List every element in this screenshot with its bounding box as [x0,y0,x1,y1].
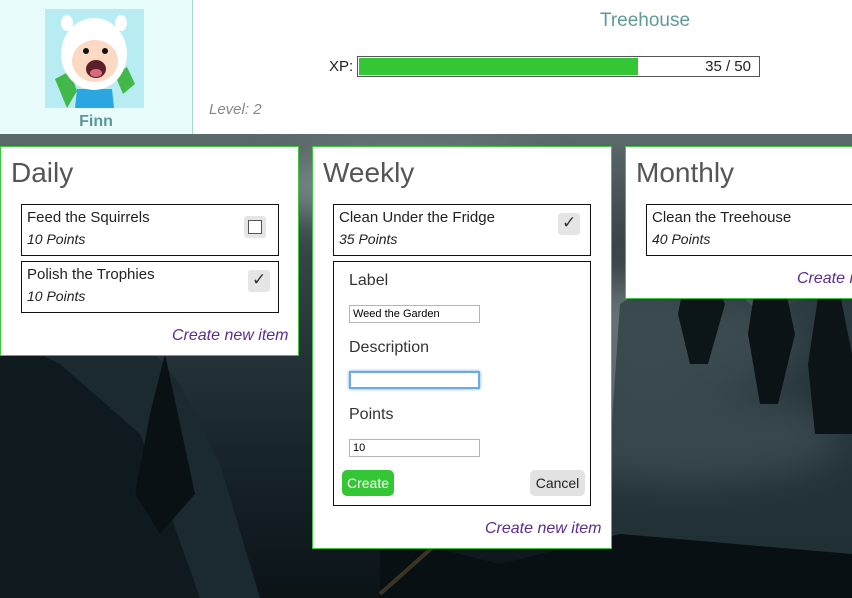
cancel-button[interactable]: Cancel [530,470,585,496]
label-field-label: Label [349,272,389,289]
points-input[interactable] [349,439,480,457]
create-button[interactable]: Create [342,470,394,496]
points-field-label: Points [349,406,394,423]
create-item-form: Label Description Points Create Cancel [333,261,591,506]
create-new-item-link[interactable]: Create new item [485,520,602,538]
panel-title-daily: Daily [11,157,74,188]
xp-progress-fill [359,58,638,75]
user-name: Finn [79,113,113,130]
create-new-item-link[interactable]: Create new item [797,270,852,288]
xp-progress-bar: 35 / 50 [357,56,760,77]
profile-card: Finn [0,0,193,134]
item-checkbox[interactable]: ✓ [558,213,580,235]
header: Finn Treehouse XP: 35 / 50 Level: 2 [0,0,852,134]
item-points: 40 Points [652,231,711,247]
item-title: Clean Under the Fridge [339,209,495,226]
list-item[interactable]: Feed the Squirrels 10 Points [21,204,279,256]
list-item[interactable]: Polish the Trophies 10 Points ✓ [21,261,279,313]
panel-title-weekly: Weekly [323,157,415,188]
label-input[interactable] [349,305,480,323]
item-points: 10 Points [27,288,86,304]
panel-daily: Daily Feed the Squirrels 10 Points Polis… [0,146,299,356]
checkmark-icon: ✓ [252,270,267,289]
checkmark-icon: ✓ [562,213,577,232]
item-title: Feed the Squirrels [27,209,150,226]
checkbox-empty-icon [248,220,262,234]
description-field-label: Description [349,339,430,356]
item-title: Clean the Treehouse [652,209,792,226]
item-points: 35 Points [339,231,398,247]
app-title: Treehouse [599,10,691,31]
item-points: 10 Points [27,231,86,247]
item-checkbox[interactable] [244,216,266,238]
panel-monthly: Monthly Clean the Treehouse 40 Points Cr… [625,146,852,299]
item-title: Polish the Trophies [27,266,155,283]
level-text: Level: 2 [209,101,262,118]
item-checkbox[interactable]: ✓ [248,270,270,292]
create-new-item-link[interactable]: Create new item [172,327,289,345]
xp-progress-text: 35 / 50 [705,58,751,75]
list-item[interactable]: Clean the Treehouse 40 Points [646,204,852,256]
description-input[interactable] [349,371,480,389]
avatar[interactable] [45,9,144,108]
panel-title-monthly: Monthly [636,157,735,188]
list-item[interactable]: Clean Under the Fridge 35 Points ✓ [333,204,591,256]
xp-label: XP: [329,58,354,75]
panel-weekly: Weekly Clean Under the Fridge 35 Points … [312,146,612,549]
